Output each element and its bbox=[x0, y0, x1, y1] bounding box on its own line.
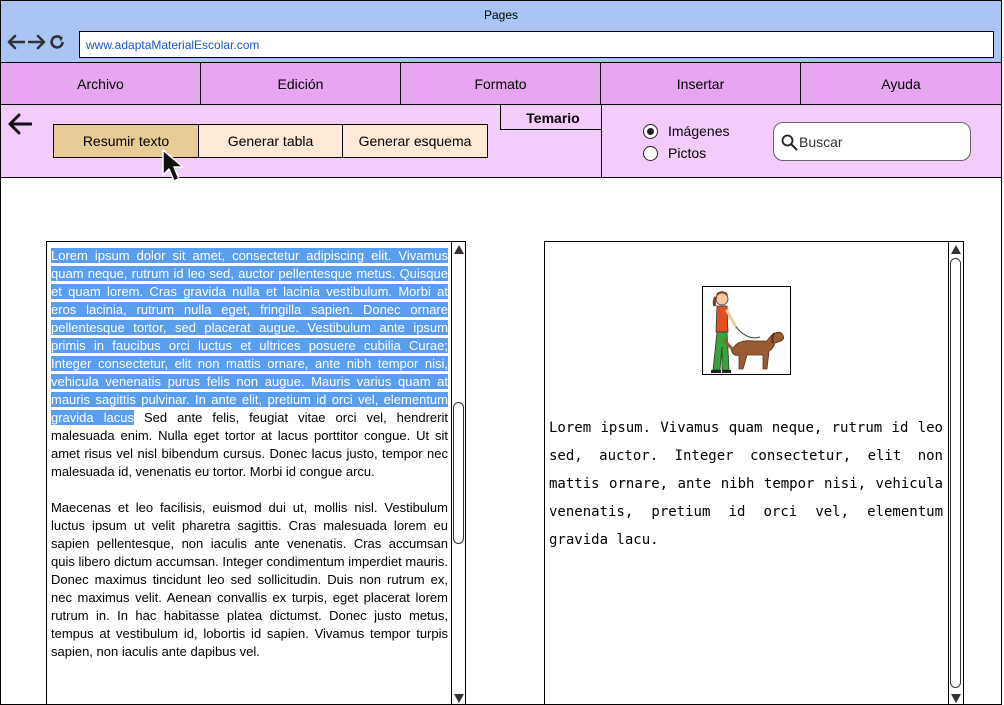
toolbar: Resumir texto Generar tabla Generar esqu… bbox=[1, 105, 1001, 178]
toolbar-divider bbox=[601, 105, 602, 178]
source-text[interactable]: Lorem ipsum dolor sit amet, consectetur … bbox=[51, 247, 448, 679]
radio-button-imagenes[interactable] bbox=[643, 123, 658, 139]
mouse-pointer-icon bbox=[161, 148, 187, 187]
title-bar: Pages www.adaptaMaterialEscolar.com bbox=[1, 1, 1001, 63]
radio-label-pictos: Pictos bbox=[668, 145, 707, 161]
source-scrollbar[interactable] bbox=[451, 242, 465, 704]
source-paragraph-2: Maecenas et leo facilisis, euismod dui u… bbox=[51, 500, 448, 659]
search-box[interactable] bbox=[773, 122, 971, 161]
source-paragraph-1: Lorem ipsum dolor sit amet, consectetur … bbox=[51, 247, 448, 481]
menu-archivo[interactable]: Archivo bbox=[1, 63, 201, 104]
browser-window: Pages www.adaptaMaterialEscolar.com Arch… bbox=[0, 0, 1002, 705]
radio-button-pictos[interactable] bbox=[643, 145, 658, 161]
menu-ayuda[interactable]: Ayuda bbox=[801, 63, 1001, 104]
nav-controls bbox=[7, 34, 66, 50]
generate-outline-button[interactable]: Generar esquema bbox=[342, 124, 488, 158]
search-input[interactable] bbox=[799, 133, 959, 151]
search-icon bbox=[781, 134, 798, 154]
action-button-group: Resumir texto Generar tabla Generar esqu… bbox=[53, 124, 488, 158]
window-title: Pages bbox=[483, 8, 519, 22]
radio-option-imagenes[interactable]: Imágenes bbox=[643, 120, 729, 142]
reload-icon[interactable] bbox=[49, 34, 66, 50]
source-text-panel[interactable]: Lorem ipsum dolor sit amet, consectetur … bbox=[46, 241, 466, 704]
scroll-down-arrow-icon[interactable] bbox=[454, 694, 464, 703]
scroll-up-arrow-icon[interactable] bbox=[951, 245, 961, 254]
menu-formato[interactable]: Formato bbox=[401, 63, 601, 104]
radio-option-pictos[interactable]: Pictos bbox=[643, 142, 729, 164]
summary-scroll-thumb[interactable] bbox=[950, 258, 961, 688]
menu-insertar[interactable]: Insertar bbox=[601, 63, 801, 104]
radio-label-imagenes: Imágenes bbox=[668, 123, 730, 139]
source-scroll-thumb[interactable] bbox=[453, 402, 464, 544]
summary-panel[interactable]: Lorem ipsum. Vivamus quam neque, rutrum … bbox=[544, 241, 964, 704]
menu-edicion[interactable]: Edición bbox=[201, 63, 401, 104]
back-arrow-icon[interactable] bbox=[8, 113, 33, 138]
summary-text[interactable]: Lorem ipsum. Vivamus quam neque, rutrum … bbox=[549, 414, 943, 554]
menu-bar: Archivo Edición Formato Insertar Ayuda bbox=[1, 63, 1001, 105]
scroll-down-arrow-icon[interactable] bbox=[951, 694, 961, 703]
summary-scrollbar[interactable] bbox=[948, 242, 962, 704]
url-bar[interactable]: www.adaptaMaterialEscolar.com bbox=[79, 31, 994, 58]
generate-table-button[interactable]: Generar tabla bbox=[198, 124, 343, 158]
selected-text[interactable]: Lorem ipsum dolor sit amet, consectetur … bbox=[51, 248, 448, 425]
scroll-up-arrow-icon[interactable] bbox=[454, 245, 464, 254]
forward-icon[interactable] bbox=[28, 34, 46, 50]
back-icon[interactable] bbox=[7, 34, 25, 50]
media-type-radio-group: Imágenes Pictos bbox=[643, 120, 729, 164]
girl-walking-dog-picto-icon bbox=[702, 286, 791, 375]
tab-temario[interactable]: Temario bbox=[500, 105, 601, 130]
